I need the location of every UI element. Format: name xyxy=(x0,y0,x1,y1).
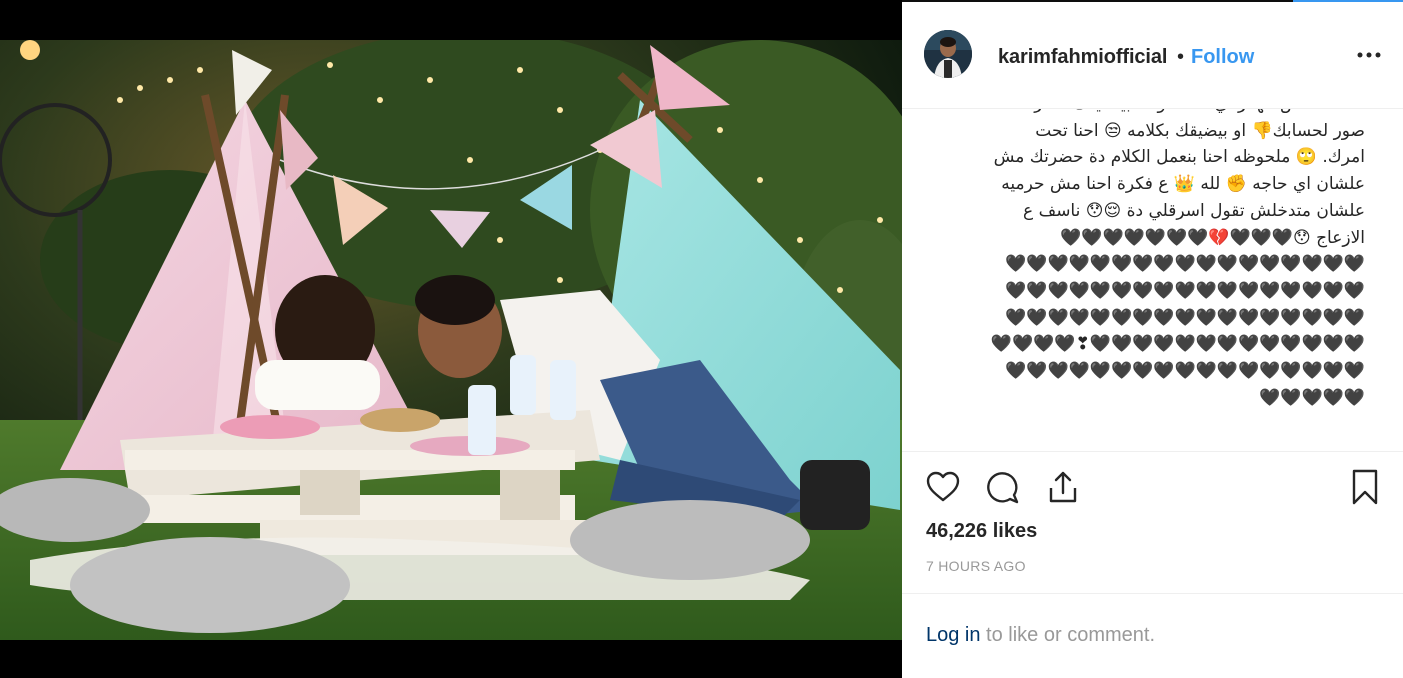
post-timestamp[interactable]: 7 HOURS AGO xyxy=(926,558,1026,574)
post-sidebar: karimfahmiofficial • Follow صفحه تخص اله… xyxy=(902,0,1403,678)
login-link[interactable]: Log in xyxy=(926,624,981,646)
post-header: karimfahmiofficial • Follow xyxy=(902,4,1403,104)
top-divider xyxy=(902,0,1403,2)
avatar-image xyxy=(924,30,972,78)
action-bar xyxy=(902,452,1403,522)
caption-line: 🖤🖤🖤🖤🖤🖤🖤🖤🖤🖤🖤🖤🖤🖤🖤🖤🖤 xyxy=(1005,254,1365,275)
caption-line: علشان متدخلش تقول اسرقلي دة 😌😯 ناسف ع xyxy=(1023,200,1365,221)
caption-line: امرك. 🙄 ملحوظه احنا بنعمل الكلام دة حضرت… xyxy=(993,147,1365,168)
separator-dot: • xyxy=(1177,46,1185,68)
share-icon[interactable] xyxy=(1044,468,1082,506)
avatar[interactable] xyxy=(924,30,972,78)
caption-line: 🖤🖤🖤🖤🖤🖤🖤🖤🖤🖤🖤🖤🖤🖤🖤🖤🖤 xyxy=(1005,361,1365,382)
top-accent-bar xyxy=(1293,0,1403,2)
caption-line: صفحه تخص الهكر اي.☠ اااكونت بيضايقك ناشر xyxy=(935,109,1365,118)
post-photo[interactable] xyxy=(0,40,902,640)
caption-area: صفحه تخص الهكر اي.☠ اااكونت بيضايقك ناشر… xyxy=(902,108,1403,451)
more-options-icon[interactable] xyxy=(1356,42,1382,68)
login-prompt: Log in to like or comment. xyxy=(926,624,1155,647)
login-prompt-text: to like or comment. xyxy=(980,624,1156,646)
caption-line: 🖤🖤🖤🖤🖤🖤🖤🖤🖤🖤🖤🖤🖤🖤🖤🖤🖤 xyxy=(1005,307,1365,328)
follow-button[interactable]: Follow xyxy=(1191,46,1254,69)
caption-line: صور لحسابك👎 او بيضيقك بكلامه 😒 احنا تحت xyxy=(1035,120,1365,141)
caption-line: علشان اي حاجه ✊ لله 👑 ع فكرة احنا مش حرم… xyxy=(1001,174,1365,195)
caption-line: 🖤🖤🖤🖤🖤🖤🖤🖤🖤🖤🖤🖤🖤❣🖤🖤🖤🖤 xyxy=(990,334,1365,355)
post-photo-panel xyxy=(0,0,902,678)
caption-line: الازعاج 😯🖤🖤🖤💔🖤🖤🖤🖤🖤🖤🖤 xyxy=(1060,227,1365,248)
heart-icon[interactable] xyxy=(924,468,962,506)
login-divider xyxy=(902,593,1403,594)
caption-text: صفحه تخص الهكر اي.☠ اااكونت بيضايقك ناشر… xyxy=(935,109,1365,411)
caption-line: 🖤🖤🖤🖤🖤🖤🖤🖤🖤🖤🖤🖤🖤🖤🖤🖤🖤 xyxy=(1005,280,1365,301)
username[interactable]: karimfahmiofficial xyxy=(998,46,1167,69)
bookmark-icon[interactable] xyxy=(1346,468,1384,506)
comment-icon[interactable] xyxy=(984,468,1022,506)
caption-line: 🖤🖤🖤🖤🖤 xyxy=(1259,387,1365,408)
likes-count[interactable]: 46,226 likes xyxy=(926,520,1037,543)
